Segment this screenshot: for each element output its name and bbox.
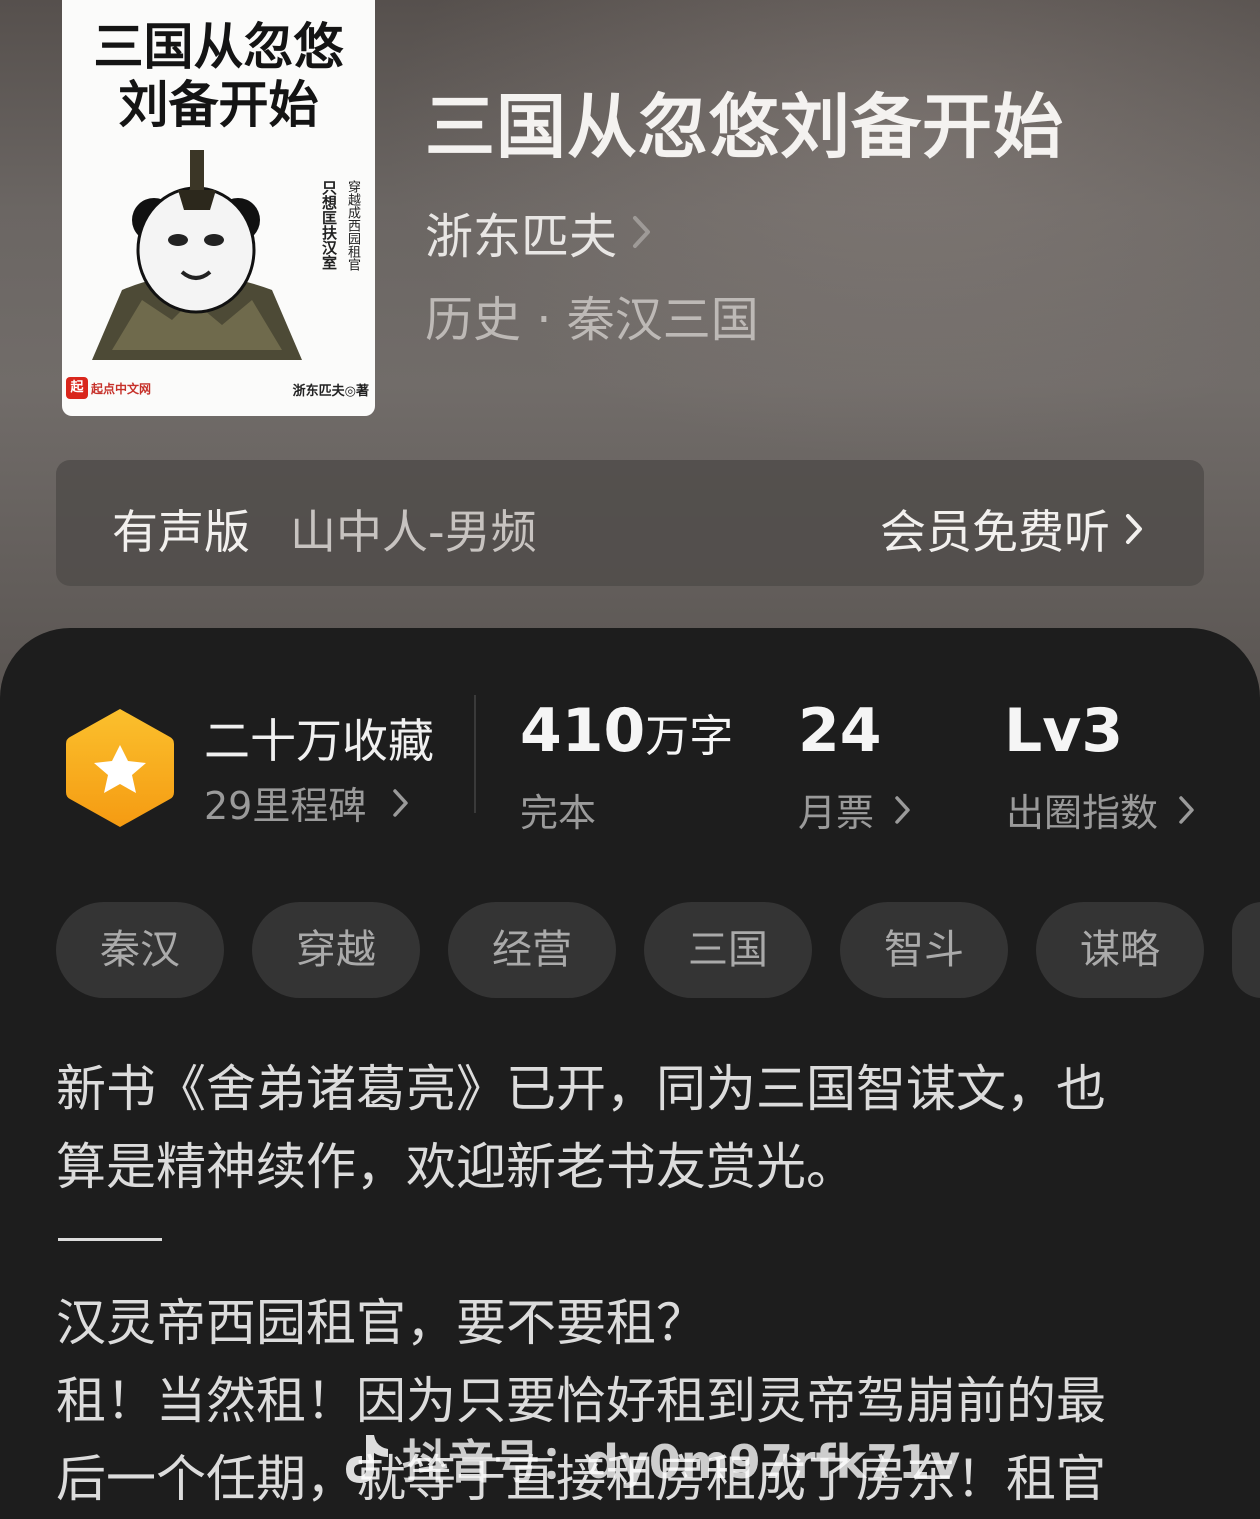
cover-title-line1: 三国从忽悠: [93, 18, 344, 76]
cover-author-credit: 浙东匹夫◎著: [292, 384, 369, 399]
description-divider: [58, 1238, 162, 1241]
milestones-link[interactable]: 29里程碑: [204, 775, 410, 830]
monthly-votes-label: 月票: [798, 791, 875, 835]
monthly-votes-count: 24: [798, 696, 882, 766]
tag-chip[interactable]: 经营: [448, 902, 616, 998]
tag-chip[interactable]: 三国: [644, 902, 812, 998]
tag-list: 秦汉 穿越 经营 三国 智斗 谋略: [56, 902, 1204, 998]
cover-title-line2: 刘备开始: [118, 76, 319, 134]
publisher-name: 起点中文网: [91, 381, 152, 396]
audiobook-bar[interactable]: 有声版 山中人-男频 会员免费听: [56, 460, 1204, 586]
cover-vertical-text-1: 穿越成西园租官: [345, 180, 360, 271]
favorites-star-badge-icon[interactable]: [62, 705, 178, 831]
chevron-right-icon: [633, 216, 651, 248]
cover-title: 三国从忽悠 刘备开始: [62, 18, 375, 134]
monthly-votes-link[interactable]: 月票: [798, 782, 912, 837]
author-name: 浙东匹夫: [425, 209, 618, 265]
description-line: 汉灵帝西园租官，要不要租？: [56, 1294, 706, 1352]
book-title: 三国从忽悠刘备开始: [425, 85, 1064, 168]
description-line: 新书《舍弟诸葛亮》已开，同为三国智谋文，也: [56, 1060, 1106, 1118]
stats-divider: [474, 695, 476, 813]
publisher-badge-icon: 起: [66, 377, 88, 399]
status-label: 完本: [520, 791, 597, 835]
milestones-label: 29里程碑: [204, 784, 367, 828]
tag-chip[interactable]: 智斗: [840, 902, 1008, 998]
word-count-unit: 万字: [645, 711, 734, 762]
member-listen-label: 会员免费听: [880, 505, 1110, 559]
tag-chip[interactable]: 秦汉: [56, 902, 224, 998]
publisher-logo: 起 起点中文网: [66, 377, 151, 399]
chevron-right-icon: [393, 788, 409, 817]
cover-panda-illustration: [92, 150, 302, 360]
popularity-index-label: 出圈指数: [1006, 791, 1159, 835]
description-line: 算是精神续作，欢迎新老书友赏光。: [56, 1138, 856, 1196]
book-cover[interactable]: 三国从忽悠 刘备开始 只想匡扶汉室 穿越成西园租官 起 起点中文网 浙东匹夫◎著: [62, 0, 375, 416]
author-link[interactable]: 浙东匹夫: [425, 197, 653, 267]
tag-chip[interactable]: 穿越: [252, 902, 420, 998]
completion-status: 完本: [520, 782, 596, 837]
favorites-title[interactable]: 二十万收藏: [204, 705, 434, 771]
audiobook-narrator: 山中人-男频: [290, 505, 537, 559]
tag-chip-overflow[interactable]: [1232, 902, 1260, 998]
tag-chip[interactable]: 谋略: [1036, 902, 1204, 998]
word-count-number: 410: [520, 696, 646, 766]
popularity-index-link[interactable]: 出圈指数: [1006, 782, 1196, 837]
watermark-text: 抖音号：dy0m97rfk71v: [402, 1435, 961, 1489]
member-listen-button[interactable]: 会员免费听: [880, 496, 1144, 562]
douyin-logo-icon: [346, 1435, 388, 1483]
chevron-right-icon: [895, 795, 910, 824]
chevron-right-icon: [1179, 795, 1194, 824]
book-genre[interactable]: 历史 · 秦汉三国: [425, 280, 759, 350]
popularity-level: Lv3: [1004, 696, 1124, 766]
chevron-right-icon: [1126, 514, 1142, 544]
word-count: 410万字: [520, 695, 733, 773]
cover-vertical-text-2: 只想匡扶汉室: [320, 180, 338, 270]
audiobook-label: 有声版: [112, 505, 250, 559]
douyin-watermark: 抖音号：dy0m97rfk71v: [340, 1426, 960, 1492]
